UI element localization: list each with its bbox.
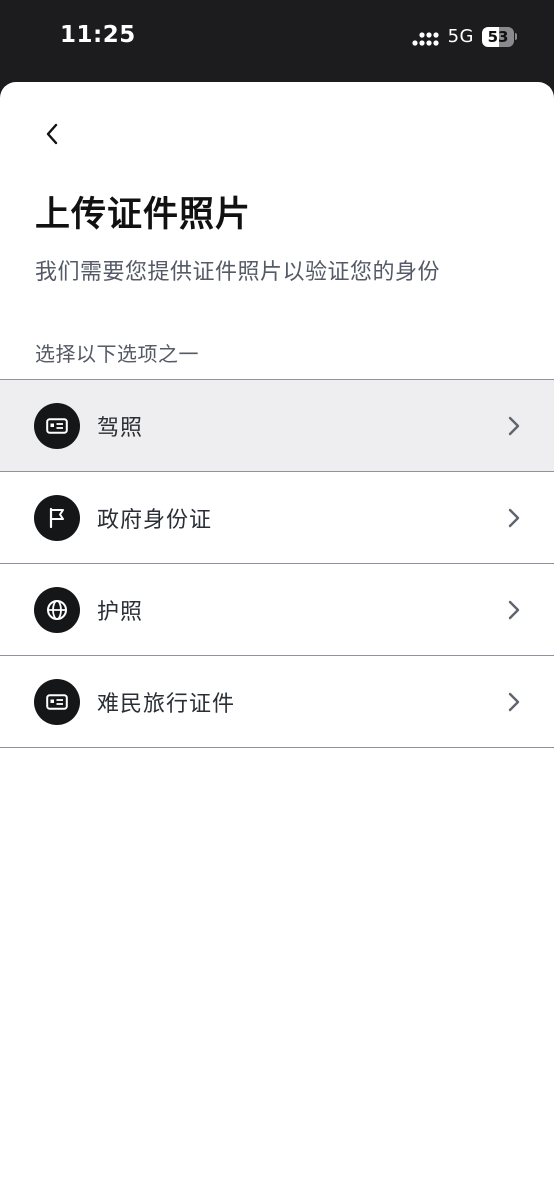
id-card-icon [34,678,80,725]
option-drivers-license[interactable]: 驾照 [0,380,554,472]
status-indicators: 5G 53 [411,26,518,47]
chevron-left-icon [44,122,60,150]
battery-icon: 53 [482,26,518,47]
chevron-right-icon [504,506,524,530]
network-label: 5G [447,26,474,47]
option-refugee-travel-document[interactable]: 难民旅行证件 [0,656,554,748]
id-upload-sheet: 上传证件照片 我们需要您提供证件照片以验证您的身份 选择以下选项之一 驾照 政府… [0,82,554,1199]
signal-icon [411,27,440,47]
globe-icon [34,586,80,633]
option-passport[interactable]: 护照 [0,564,554,656]
chevron-right-icon [504,598,524,622]
chevron-right-icon [504,690,524,714]
option-label: 难民旅行证件 [97,691,236,717]
flag-icon [34,494,80,541]
status-time: 11:25 [60,22,136,48]
status-bar: 11:25 5G 53 [0,0,554,80]
battery-level: 53 [487,27,509,46]
chevron-right-icon [504,414,524,438]
page-subtitle: 我们需要您提供证件照片以验证您的身份 [35,260,441,285]
id-card-icon [34,402,80,449]
page-title: 上传证件照片 [35,195,252,235]
section-label: 选择以下选项之一 [35,342,199,366]
id-type-list: 驾照 政府身份证 护照 难民旅行证件 [0,379,554,748]
option-label: 政府身份证 [97,507,213,533]
option-label: 护照 [97,599,144,625]
option-label: 驾照 [97,415,144,441]
option-government-id[interactable]: 政府身份证 [0,472,554,564]
back-button[interactable] [34,118,70,154]
